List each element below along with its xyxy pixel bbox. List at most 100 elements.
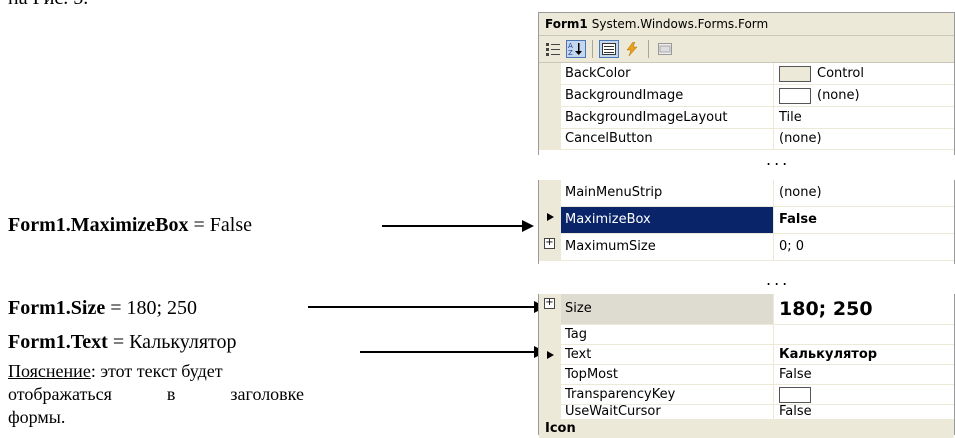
property-value[interactable]: False xyxy=(774,207,954,233)
properties-view-icon[interactable] xyxy=(599,40,619,58)
property-description-title: Icon xyxy=(539,420,954,438)
properties-rows-bottom: + Size 180; 250 Tag Text Калькулятор TopMost Fa… xyxy=(539,294,954,420)
property-value[interactable]: (none) xyxy=(774,180,954,206)
row-gutter xyxy=(539,345,561,364)
annotation-property: Size xyxy=(70,297,106,319)
row-gutter: + xyxy=(539,234,561,260)
property-name: CancelButton xyxy=(561,129,774,149)
annotation-property: MaximizeBox xyxy=(70,214,189,236)
property-value-text: 0; 0 xyxy=(779,239,805,254)
object-name: Form1 xyxy=(545,17,588,31)
object-type: System.Windows.Forms.Form xyxy=(591,17,769,31)
color-swatch xyxy=(779,65,811,82)
annotation-equals: = xyxy=(107,331,130,353)
property-value[interactable]: (none) xyxy=(774,129,954,149)
property-row[interactable]: + MaximumSize 0; 0 xyxy=(539,234,954,261)
row-gutter xyxy=(539,129,561,149)
annotation-size: Form1.Size = 180; 250 xyxy=(8,297,197,319)
annotation-equals: = xyxy=(188,214,210,236)
property-value[interactable]: False xyxy=(774,405,954,419)
arrow-maximizebox xyxy=(382,220,534,232)
property-row[interactable]: Text Калькулятор xyxy=(539,345,954,365)
explanation-label: Пояснение xyxy=(8,361,91,381)
property-value[interactable]: Калькулятор xyxy=(774,345,954,364)
property-row[interactable]: TransparencyKey xyxy=(539,385,954,405)
explanation-word: заголовке xyxy=(230,384,304,404)
property-row[interactable]: Tag xyxy=(539,325,954,345)
properties-rows-top: BackColor Control BackgroundImage (none) Bac… xyxy=(539,63,954,150)
annotation-equals: = xyxy=(105,297,127,319)
row-gutter xyxy=(539,365,561,384)
property-name: TransparencyKey xyxy=(561,385,774,404)
property-value-text: False xyxy=(779,212,817,227)
row-gutter xyxy=(539,325,561,344)
property-value[interactable]: 0; 0 xyxy=(774,234,954,260)
property-row[interactable]: MainMenuStrip (none) xyxy=(539,180,954,207)
row-pointer-icon xyxy=(547,351,554,359)
arrow-text xyxy=(360,346,546,358)
property-name: UseWaitCursor xyxy=(561,405,774,419)
annotation-value: False xyxy=(209,214,253,236)
properties-panel-bottom: + Size 180; 250 Tag Text Калькулятор TopMost Fa… xyxy=(538,294,955,438)
annotation-text: Form1.Text = Калькулятор xyxy=(8,331,237,353)
property-value[interactable]: 180; 250 xyxy=(774,294,954,324)
explanation-word: отображаться xyxy=(8,384,112,404)
property-name: BackColor xyxy=(561,63,774,84)
events-lightning-icon[interactable] xyxy=(622,40,642,58)
property-name: BackgroundImage xyxy=(561,85,774,106)
color-swatch xyxy=(779,386,811,403)
property-value-text: (none) xyxy=(779,185,822,200)
property-name: BackgroundImageLayout xyxy=(561,107,774,128)
property-name: MainMenuStrip xyxy=(561,180,774,206)
alphabetical-sort-icon[interactable]: AZ xyxy=(566,40,586,58)
property-value[interactable]: (none) xyxy=(774,85,954,106)
property-name: Size xyxy=(561,294,774,324)
property-value[interactable]: False xyxy=(774,365,954,384)
property-value-text: Tile xyxy=(779,110,802,125)
property-value-text: (none) xyxy=(779,131,822,146)
explanation-text: : этот текст будет xyxy=(90,361,223,381)
property-row[interactable]: BackColor Control xyxy=(539,63,954,85)
row-gutter xyxy=(539,207,561,233)
caption-fragment: на Рис. 5. xyxy=(8,0,88,10)
ellipsis-marker: ... xyxy=(766,150,791,169)
row-gutter xyxy=(539,405,561,419)
expand-plus-icon[interactable]: + xyxy=(544,298,555,309)
property-row[interactable]: BackgroundImageLayout Tile xyxy=(539,107,954,129)
property-value-text: False xyxy=(779,405,812,419)
properties-rows-middle: MainMenuStrip (none) MaximizeBox False + Maxi… xyxy=(539,180,954,261)
property-row[interactable]: TopMost False xyxy=(539,365,954,385)
properties-object-title[interactable]: Form1 System.Windows.Forms.Form xyxy=(539,13,954,36)
property-value[interactable]: Tile xyxy=(774,107,954,128)
property-row[interactable]: + Size 180; 250 xyxy=(539,294,954,325)
property-value[interactable] xyxy=(774,385,954,404)
property-value[interactable] xyxy=(774,325,954,344)
annotation-maximizebox: Form1.MaximizeBox = False xyxy=(8,214,252,236)
property-name: Text xyxy=(561,345,774,364)
row-gutter xyxy=(539,107,561,128)
row-gutter xyxy=(539,63,561,84)
annotation-object: Form1. xyxy=(8,331,71,353)
annotation-object: Form1. xyxy=(8,297,71,319)
row-pointer-icon xyxy=(547,213,554,221)
property-pages-icon[interactable] xyxy=(655,40,675,58)
expand-plus-icon[interactable]: + xyxy=(544,238,555,249)
property-value[interactable]: Control xyxy=(774,63,954,84)
property-name: TopMost xyxy=(561,365,774,384)
row-gutter: + xyxy=(539,294,561,324)
explanation-last-line: формы. xyxy=(8,407,66,427)
toolbar-separator xyxy=(592,40,593,58)
property-row[interactable]: BackgroundImage (none) xyxy=(539,85,954,107)
property-value-text: 180; 250 xyxy=(779,298,873,320)
property-value-text: (none) xyxy=(817,88,860,103)
arrow-size xyxy=(308,301,546,313)
row-gutter xyxy=(539,180,561,206)
property-row[interactable]: UseWaitCursor False xyxy=(539,405,954,420)
explanation-word: в xyxy=(166,384,176,404)
property-row[interactable]: CancelButton (none) xyxy=(539,129,954,150)
properties-panel-top: Form1 System.Windows.Forms.Form AZ BackCo… xyxy=(538,12,955,155)
property-row[interactable]: MaximizeBox False xyxy=(539,207,954,234)
properties-panel-middle: MainMenuStrip (none) MaximizeBox False + Maxi… xyxy=(538,180,955,264)
categorized-icon[interactable] xyxy=(543,40,563,58)
svg-text:Z: Z xyxy=(568,49,573,56)
